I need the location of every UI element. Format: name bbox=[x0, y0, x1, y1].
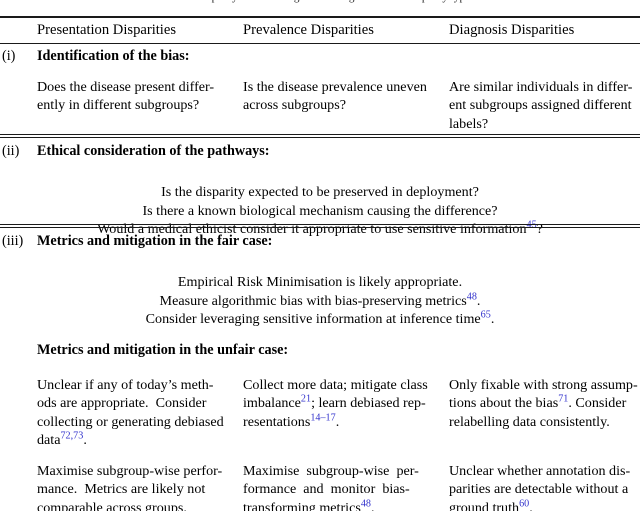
section-iii-top-rule bbox=[0, 224, 640, 229]
section-title-metrics-unfair: Metrics and mitigation in the unfair cas… bbox=[37, 342, 289, 358]
paper-table-page: …of the disparity and the mitigation str… bbox=[0, 0, 640, 511]
section-title-ethics: Ethical consideration of the pathways: bbox=[37, 143, 270, 159]
cell-i-presentation: Does the disease present differ-ently in… bbox=[37, 79, 215, 114]
cell-unfair-presentation: Unclear if any of today’s meth-ods are a… bbox=[37, 377, 224, 449]
cell-unfair-diagnosis: Only fixable with strong assump-tions ab… bbox=[449, 377, 638, 430]
cell-unfair-prevalence: Collect more data; mitigate class imbalan… bbox=[243, 377, 428, 430]
ethics-line-2: Is there a known biological mechanism ca… bbox=[142, 202, 498, 219]
table-caption-clipped: …of the disparity and the mitigation str… bbox=[0, 0, 640, 4]
header-bottom-rule bbox=[0, 43, 640, 44]
section-ii-lines: Is the disparity expected to be preserve… bbox=[37, 183, 603, 239]
fair-line-2: Measure algorithmic bias with bias-prese… bbox=[159, 290, 481, 309]
cell-unfair2-prevalence: Maximise subgroup-wise per-formance and … bbox=[243, 463, 419, 511]
fair-line-1: Empirical Risk Minimisation is likely ap… bbox=[177, 274, 463, 290]
column-header-diagnosis: Diagnosis Disparities bbox=[449, 22, 575, 38]
cell-unfair2-presentation: Maximise subgroup-wise perfor-mance. Met… bbox=[37, 463, 223, 511]
cell-i-diagnosis: Are similar individuals in differ-ent su… bbox=[449, 79, 633, 132]
section-ii-top-rule bbox=[0, 134, 640, 139]
cell-i-prevalence: Is the disease prevalence uneven across s… bbox=[243, 79, 427, 114]
fair-line-3: Consider leveraging sensitive informatio… bbox=[145, 309, 495, 328]
table-header-row: Presentation Disparities Prevalence Disp… bbox=[0, 20, 640, 42]
table-top-rule bbox=[0, 16, 640, 18]
section-title-metrics-fair: Metrics and mitigation in the fair case: bbox=[37, 233, 273, 249]
column-header-prevalence: Prevalence Disparities bbox=[243, 22, 374, 38]
section-numeral-ii: (ii) bbox=[2, 143, 20, 159]
section-title-identification: Identification of the bias: bbox=[37, 48, 190, 64]
cell-unfair2-diagnosis: Unclear whether annotation dis-parities … bbox=[449, 463, 631, 511]
section-numeral-i: (i) bbox=[2, 48, 16, 64]
section-iii-lines: Empirical Risk Minimisation is likely ap… bbox=[37, 273, 603, 329]
column-header-presentation: Presentation Disparities bbox=[37, 22, 177, 38]
ethics-line-1: Is the disparity expected to be preserve… bbox=[161, 184, 479, 200]
section-numeral-iii: (iii) bbox=[2, 233, 24, 249]
